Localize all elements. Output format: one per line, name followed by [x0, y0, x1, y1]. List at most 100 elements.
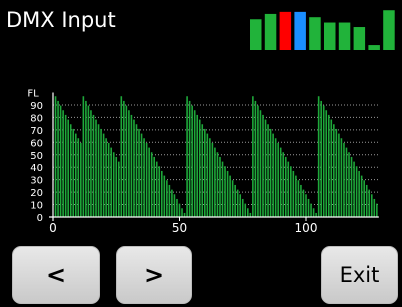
level-bar [224, 166, 226, 217]
level-bar [125, 105, 128, 217]
level-bar [335, 128, 338, 217]
level-bar [160, 170, 163, 217]
level-bar [72, 128, 75, 217]
level-bar [272, 133, 274, 217]
level-bar [290, 166, 292, 217]
level-bar [239, 194, 242, 217]
level-bar [173, 194, 176, 217]
level-bar [158, 166, 161, 217]
channel-level-bar [338, 22, 351, 50]
previous-button[interactable]: < [12, 246, 100, 304]
level-bar [97, 124, 100, 217]
level-bar [87, 105, 90, 217]
level-bar [214, 147, 216, 217]
level-bar [333, 124, 335, 217]
level-bar [315, 212, 317, 217]
next-button[interactable]: > [116, 246, 192, 304]
y-tick-label: 60 [30, 138, 43, 149]
level-bar [209, 138, 211, 217]
dmx-chart-svg: 0102030405060708090FL0 50 100 [27, 89, 379, 235]
level-bar [320, 100, 322, 217]
level-bar [282, 152, 285, 217]
level-bar [128, 110, 130, 217]
y-axis-label: FL [27, 89, 39, 100]
level-bar [325, 110, 328, 217]
level-bar [262, 114, 264, 217]
exit-button[interactable]: Exit [321, 246, 398, 304]
level-bar [153, 156, 155, 217]
level-bar [102, 133, 105, 217]
level-bar [191, 105, 193, 217]
level-bar [229, 175, 231, 217]
level-bar [62, 110, 64, 217]
level-bar [140, 133, 143, 217]
level-bar [115, 156, 118, 217]
level-bar [92, 114, 95, 217]
level-bar [360, 175, 363, 217]
y-tick-label: 40 [30, 163, 43, 174]
y-tick-label: 90 [30, 101, 43, 112]
level-bar [348, 152, 350, 217]
channel-level-bar [368, 45, 380, 50]
level-bar [216, 152, 219, 217]
x-tick-label: 100 [295, 221, 318, 235]
channel-level-indicator [250, 9, 402, 52]
y-tick-label: 0 [37, 213, 43, 224]
level-bar [307, 198, 310, 217]
level-bar [257, 105, 259, 217]
level-bar [234, 184, 236, 217]
level-bar [317, 96, 320, 217]
level-bar [130, 114, 133, 217]
level-bar [196, 114, 199, 217]
level-bar [219, 156, 221, 217]
level-bar [252, 96, 254, 217]
level-bar [274, 138, 277, 217]
level-bar [363, 180, 365, 217]
level-bar [105, 138, 107, 217]
y-tick-label: 50 [30, 151, 43, 162]
level-bar [95, 119, 97, 217]
level-bar [181, 208, 183, 217]
channel-level-bar [294, 11, 306, 51]
level-bar [284, 156, 287, 217]
level-bar [110, 147, 112, 217]
level-bar [148, 147, 150, 217]
level-bar [176, 198, 178, 217]
level-bar [330, 119, 333, 217]
y-tick-label: 10 [30, 201, 43, 212]
level-bar [312, 208, 315, 217]
x-tick-label: 0 [49, 221, 57, 235]
level-bar [188, 100, 191, 217]
level-bar [297, 180, 300, 217]
level-bar [327, 114, 330, 217]
channel-level-bar [309, 17, 321, 50]
y-tick-label: 20 [30, 188, 43, 199]
level-bar [178, 203, 181, 217]
page-title: DMX Input [6, 8, 116, 32]
level-bar [204, 128, 206, 217]
level-bar [198, 119, 201, 217]
level-bar [64, 114, 67, 217]
level-bar [186, 96, 188, 217]
level-bar [376, 203, 378, 217]
level-bar [226, 170, 229, 217]
y-tick-label: 80 [30, 113, 43, 124]
level-bar [279, 147, 282, 217]
level-bar [82, 96, 85, 217]
level-bar [343, 142, 345, 217]
level-bar [370, 194, 373, 217]
level-bar [138, 128, 140, 217]
level-bar [244, 203, 247, 217]
level-bar [373, 198, 376, 217]
level-bar [100, 128, 102, 217]
level-bar [241, 198, 244, 217]
level-bar [368, 189, 371, 217]
channel-level-bar [264, 13, 277, 51]
level-bar [231, 180, 234, 217]
level-bar [353, 161, 355, 217]
level-bar [77, 138, 80, 217]
level-bar [302, 189, 305, 217]
level-bar [236, 189, 239, 217]
level-bar [166, 180, 168, 217]
level-bar [269, 128, 272, 217]
